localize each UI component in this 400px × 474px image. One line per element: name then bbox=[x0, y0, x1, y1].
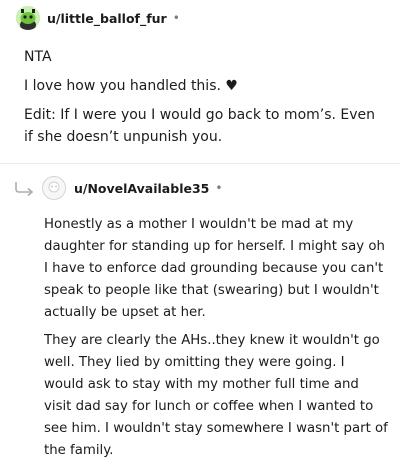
separator-dot: • bbox=[172, 11, 180, 25]
comment-paragraph: NTA bbox=[24, 49, 52, 65]
reply-body: Honestly as a mother I wouldn't be mad a… bbox=[44, 214, 388, 468]
reply-arrow-icon bbox=[15, 182, 34, 196]
user-avatar[interactable] bbox=[16, 6, 40, 30]
comment-header: u/little_ballof_fur • bbox=[16, 4, 180, 32]
reply-header: u/NovelAvailable35 • bbox=[14, 175, 222, 201]
username[interactable]: u/little_ballof_fur bbox=[47, 11, 167, 26]
default-avatar-icon bbox=[48, 181, 60, 193]
comment-paragraph: Honestly as a mother I wouldn't be mad a… bbox=[44, 217, 385, 320]
user-avatar[interactable] bbox=[42, 176, 66, 200]
snoo-avatar-icon bbox=[16, 6, 40, 30]
divider bbox=[0, 163, 400, 164]
comment-body: NTA I love how you handled this. ♥ Edit:… bbox=[24, 46, 384, 155]
comment-paragraph: Edit: If I were you I would go back to m… bbox=[24, 107, 376, 145]
separator-dot: • bbox=[215, 181, 223, 195]
comment-paragraph: They are clearly the AHs..they knew it w… bbox=[44, 333, 388, 458]
username[interactable]: u/NovelAvailable35 bbox=[74, 181, 209, 196]
comment-paragraph: I love how you handled this. ♥ bbox=[24, 78, 238, 94]
